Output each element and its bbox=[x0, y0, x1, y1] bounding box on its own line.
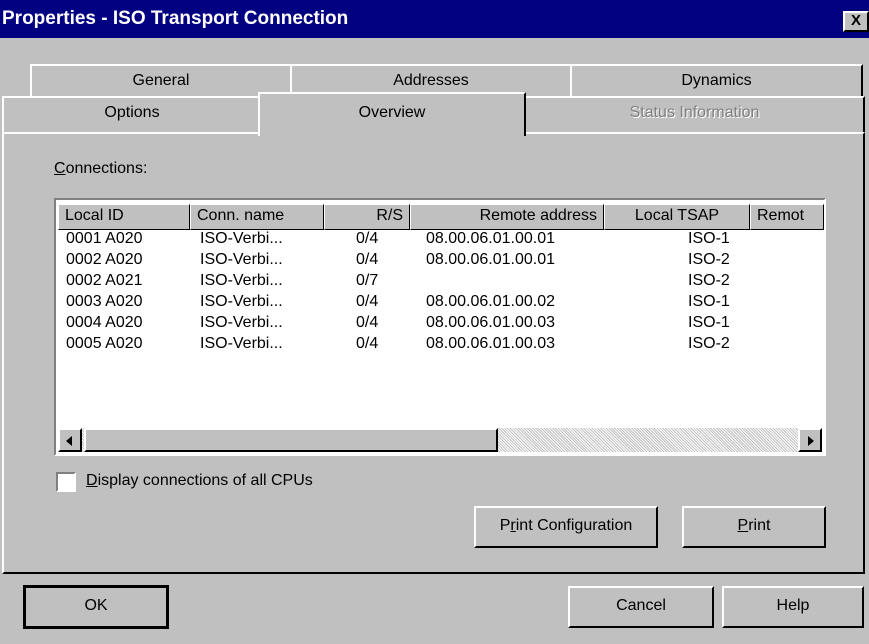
column-header-label: Remote address bbox=[479, 207, 597, 224]
display-all-text: isplay connections of all CPUs bbox=[97, 472, 313, 489]
cell-remote-address: 08.00.06.01.00.02 bbox=[426, 293, 556, 310]
column-header-label: R/S bbox=[376, 207, 403, 224]
cell-local-tsap: ISO-1 bbox=[688, 230, 730, 247]
cell-local-tsap: ISO-2 bbox=[688, 251, 730, 268]
cell-local-tsap: ISO-1 bbox=[688, 293, 730, 310]
cell-conn-name: ISO-Verbi... bbox=[200, 251, 283, 268]
cancel-label: Cancel bbox=[616, 597, 666, 614]
cell-rs: 0/4 bbox=[356, 314, 379, 331]
print-post: rint bbox=[748, 517, 771, 534]
tab-dynamics[interactable]: Dynamics bbox=[570, 64, 863, 98]
title-bar: Properties - ISO Transport Connection X bbox=[0, 0, 869, 38]
column-header-label: Local TSAP bbox=[634, 207, 720, 224]
tab-addresses-label: Addresses bbox=[393, 72, 469, 89]
horizontal-scrollbar[interactable] bbox=[58, 428, 822, 452]
column-header-rs[interactable]: R/S bbox=[324, 204, 410, 230]
column-header-remote[interactable]: Remot bbox=[750, 204, 824, 230]
scroll-right-button[interactable] bbox=[798, 428, 822, 452]
cell-local-id: 0004 A020 bbox=[66, 314, 143, 331]
column-header-local-tsap[interactable]: Local TSAP bbox=[604, 204, 750, 230]
cell-rs: 0/4 bbox=[356, 251, 379, 268]
tab-dynamics-label: Dynamics bbox=[681, 72, 752, 89]
column-header-conn-name[interactable]: Conn. name bbox=[190, 204, 324, 230]
print-config-pre: P bbox=[499, 517, 511, 534]
cell-rs: 0/4 bbox=[356, 230, 379, 247]
scroll-left-button[interactable] bbox=[58, 428, 82, 452]
cell-local-tsap: ISO-2 bbox=[688, 272, 730, 289]
connections-label: Connections: bbox=[54, 160, 147, 178]
cell-rs: 0/4 bbox=[356, 335, 379, 352]
ok-label: OK bbox=[84, 597, 108, 614]
column-header-label: Conn. name bbox=[197, 207, 285, 224]
cell-conn-name: ISO-Verbi... bbox=[200, 314, 283, 331]
column-header-remote-address[interactable]: Remote address bbox=[410, 204, 604, 230]
display-all-hotkey: D bbox=[86, 472, 98, 489]
tab-status-information: Status Information bbox=[524, 96, 865, 132]
cell-local-id: 0005 A020 bbox=[66, 335, 143, 352]
help-label: Help bbox=[776, 597, 810, 614]
tab-general[interactable]: General bbox=[30, 64, 292, 98]
connections-label-text: onnections: bbox=[65, 160, 148, 177]
cell-conn-name: ISO-Verbi... bbox=[200, 335, 283, 352]
cell-conn-name: ISO-Verbi... bbox=[200, 272, 283, 289]
cell-remote-address: 08.00.06.01.00.03 bbox=[426, 335, 556, 352]
scrollbar-thumb[interactable] bbox=[84, 428, 498, 452]
cell-remote-address: 08.00.06.01.00.03 bbox=[426, 314, 556, 331]
tab-general-label: General bbox=[132, 72, 190, 89]
cell-local-tsap: ISO-1 bbox=[688, 314, 730, 331]
cell-local-id: 0002 A020 bbox=[66, 251, 143, 268]
arrow-left-icon bbox=[66, 436, 72, 446]
close-button[interactable]: X bbox=[843, 11, 869, 32]
column-header-label: Remot bbox=[757, 207, 805, 224]
display-all-cpus-label[interactable]: Display connections of all CPUs bbox=[86, 472, 313, 490]
tab-status-information-label: Status Information bbox=[629, 104, 760, 121]
tab-options-label: Options bbox=[104, 104, 160, 121]
cell-rs: 0/7 bbox=[356, 272, 379, 289]
arrow-right-icon bbox=[808, 436, 814, 446]
cell-local-id: 0003 A020 bbox=[66, 293, 143, 310]
cancel-button[interactable]: Cancel bbox=[568, 586, 714, 628]
connections-label-hotkey: C bbox=[54, 160, 66, 177]
cell-conn-name: ISO-Verbi... bbox=[200, 293, 283, 310]
ok-button[interactable]: OK bbox=[23, 585, 169, 629]
display-all-cpus-checkbox[interactable] bbox=[56, 472, 76, 492]
print-hotkey: P bbox=[737, 517, 749, 534]
cell-rs: 0/4 bbox=[356, 293, 379, 310]
column-header-local-id[interactable]: Local ID bbox=[58, 204, 190, 230]
window-title: Properties - ISO Transport Connection bbox=[2, 8, 349, 29]
print-config-post: int Configuration bbox=[515, 517, 633, 534]
print-button[interactable]: Print bbox=[682, 506, 826, 548]
cell-remote-address: 08.00.06.01.00.01 bbox=[426, 230, 556, 247]
close-icon: X bbox=[850, 12, 861, 29]
help-button[interactable]: Help bbox=[722, 586, 864, 628]
cell-remote-address: 08.00.06.01.00.01 bbox=[426, 251, 556, 268]
tab-options[interactable]: Options bbox=[2, 96, 262, 132]
column-header-label: Local ID bbox=[65, 207, 124, 224]
cell-local-id: 0002 A021 bbox=[66, 272, 143, 289]
cell-local-tsap: ISO-2 bbox=[688, 335, 730, 352]
print-configuration-button[interactable]: Print Configuration bbox=[474, 506, 658, 548]
cell-conn-name: ISO-Verbi... bbox=[200, 230, 283, 247]
cell-local-id: 0001 A020 bbox=[66, 230, 143, 247]
connections-list[interactable]: Local ID Conn. name R/S Remote address L… bbox=[54, 198, 826, 456]
tab-overview[interactable]: Overview bbox=[258, 92, 526, 136]
tab-overview-label: Overview bbox=[358, 104, 426, 121]
